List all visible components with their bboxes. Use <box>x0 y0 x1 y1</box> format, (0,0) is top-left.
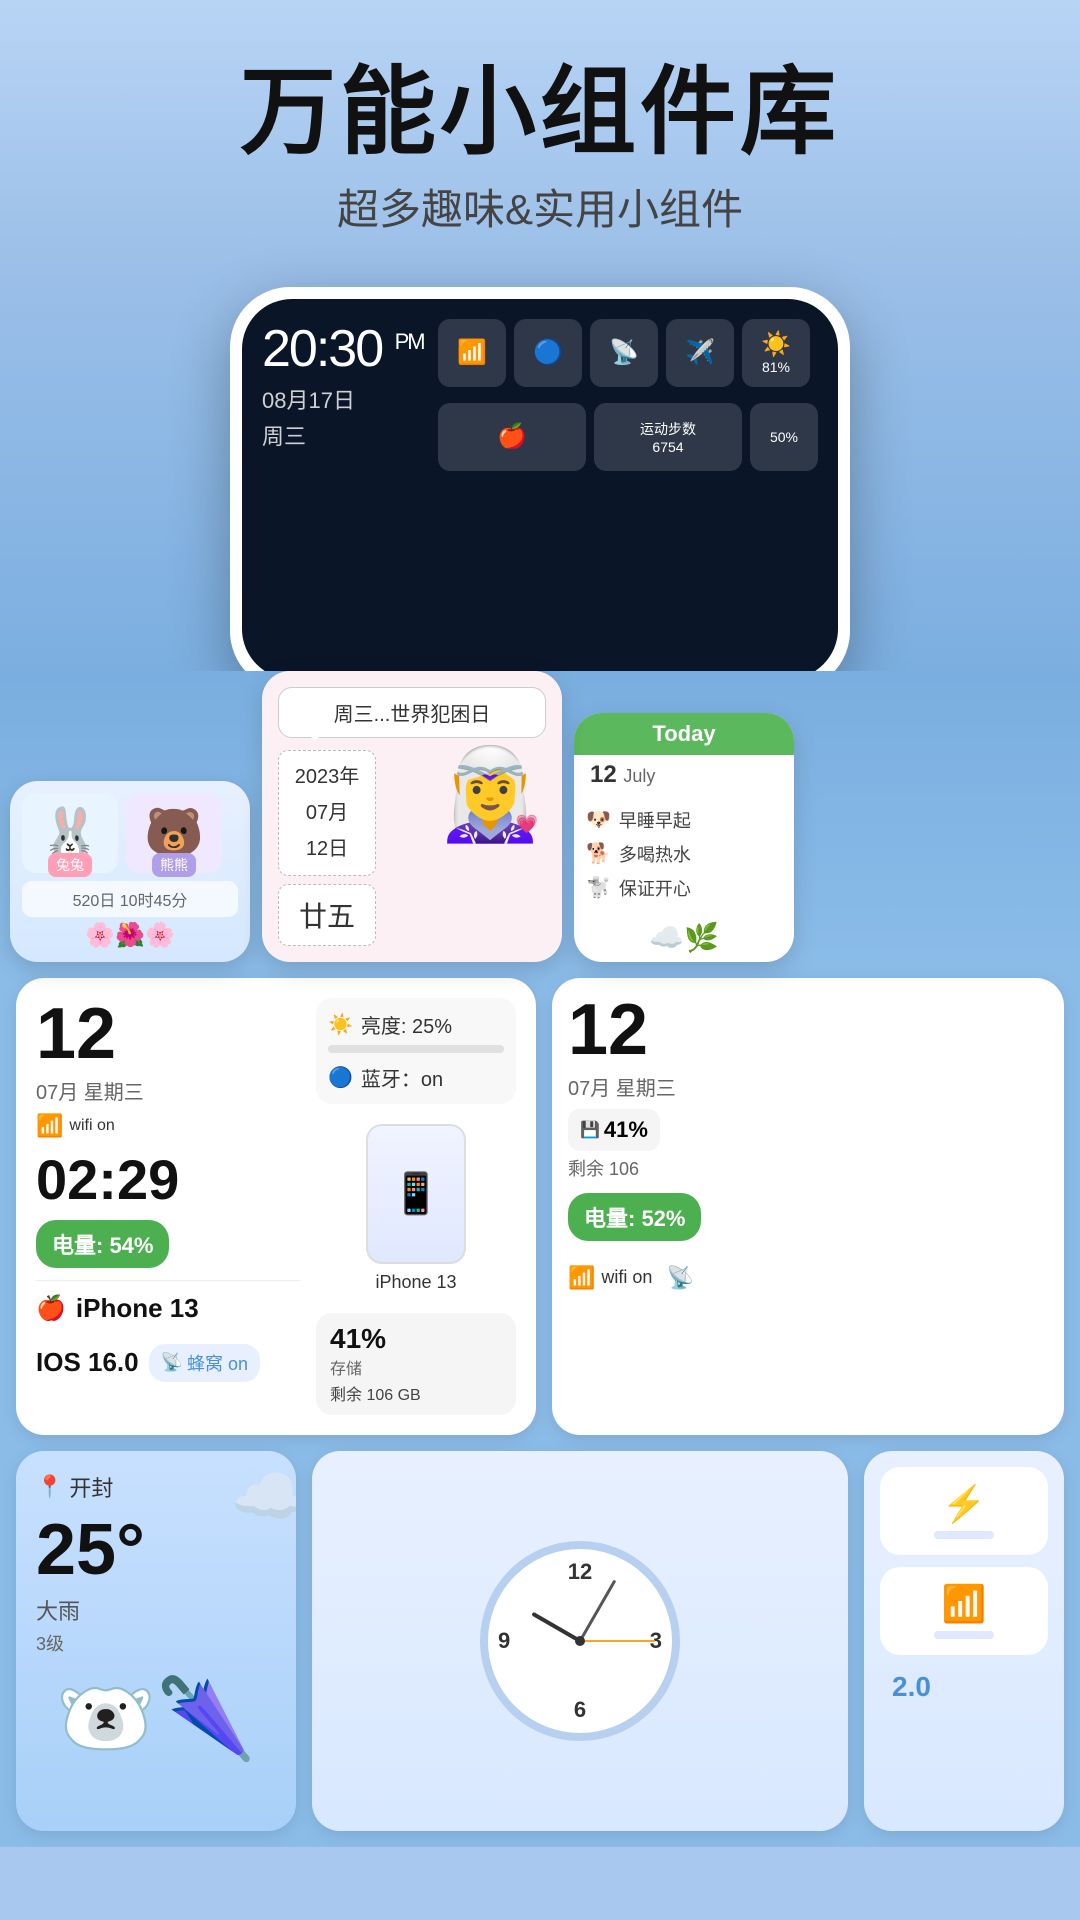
today-header: Today <box>574 713 794 755</box>
phone-mockup: 20:30 PM 08月17日 周三 📶 🔵 <box>230 287 850 691</box>
ios-version: IOS 16.0 <box>36 1347 139 1378</box>
battery-badge-2: 电量: 52% <box>568 1193 701 1241</box>
storage-percent-2: 41% <box>604 1117 648 1143</box>
rabbit-avatar: 🐰 兔兔 <box>22 793 118 873</box>
wifi-icon-info: 📶 <box>36 1113 63 1139</box>
bottom-section: 📍 开封 ☁️ 25° 大雨 3级 🐻‍❄️🌂 12 3 6 9 ⚡ � <box>0 1435 1080 1847</box>
app-subtitle: 超多趣味&实用小组件 <box>40 176 1040 237</box>
widget-info-big: 12 07月 星期三 📶 wifi on 02:29 电量: 54% 🍎 iPh… <box>16 978 536 1435</box>
brightness-control[interactable]: ☀️ 81% <box>742 319 810 387</box>
weather-wind: 3级 <box>36 1630 276 1656</box>
apple-music-control[interactable]: 🍎 <box>438 403 586 471</box>
info-day-label: 07月 星期三 <box>36 1076 300 1105</box>
clock-face: 12 3 6 9 <box>480 1541 680 1741</box>
phone-image-widget: 📱 iPhone 13 <box>316 1112 516 1305</box>
today-item-1: 🐶 早睡早起 <box>586 803 782 837</box>
info-day-num: 12 <box>36 998 116 1070</box>
app-title: 万能小组件库 <box>40 60 1040 166</box>
weather-location: 📍 开封 ☁️ <box>36 1471 276 1503</box>
info-section: 12 07月 星期三 📶 wifi on 02:29 电量: 54% 🍎 iPh… <box>0 962 1080 1435</box>
steps-control[interactable]: 运动步数 6754 <box>594 403 742 471</box>
today-date: 12 July <box>574 755 794 795</box>
clock-hour-hand <box>531 1611 581 1642</box>
storage-badge: 41% 存储 剩余 106 GB <box>316 1313 516 1415</box>
widget-clock: 12 3 6 9 <box>312 1451 848 1831</box>
bluetooth-item: 🔵 蓝牙：on <box>328 1063 504 1092</box>
today-footer: ☁️🌿 <box>574 913 794 962</box>
brightness-item: ☀️ 亮度: 25% <box>328 1010 504 1039</box>
widget-info-right: 12 07月 星期三 💾 41% 剩余 106 电量: 52% 📶 wifi o… <box>552 978 1064 1435</box>
bluetooth-toggle[interactable]: ⚡ <box>880 1467 1048 1555</box>
cellular-control[interactable]: 📡 <box>590 319 658 387</box>
info-day-num-2: 12 <box>568 994 648 1066</box>
toggle-value: 2.0 <box>880 1667 1048 1707</box>
widget-anime: 周三...世界犯困日 2023年 07月 12日 廿五 🧝‍♀️ 💗 <box>262 671 562 962</box>
weather-art: 🐻‍❄️🌂 <box>36 1672 276 1766</box>
weather-clouds-art: ☁️ <box>231 1461 296 1532</box>
clock-6: 6 <box>574 1697 586 1723</box>
wifi-label: wifi on <box>69 1116 114 1135</box>
storage-remain-2: 剩余 106 <box>568 1155 1048 1181</box>
phone-time: 20:30 PM <box>262 319 424 379</box>
phone-display-art: 📱 <box>391 1170 441 1217</box>
wifi-toggle-icon: 📶 <box>942 1583 987 1625</box>
apple-icon: 🍎 <box>36 1294 66 1323</box>
widgets-row-1: 🐰 兔兔 🐻 熊熊 520日 10时45分 🌸🌺🌸 周三...世界犯困日 202… <box>0 671 1080 962</box>
phone-mockup-section: 20:30 PM 08月17日 周三 📶 🔵 <box>0 267 1080 691</box>
bluetooth-control[interactable]: 🔵 <box>514 319 582 387</box>
airplane-control[interactable]: ✈️ <box>666 319 734 387</box>
phone-model: iPhone 13 <box>76 1293 199 1324</box>
rabbit-tag: 兔兔 <box>48 853 92 877</box>
anime-lunar: 廿五 <box>278 884 376 946</box>
battery-badge: 电量: 54% <box>36 1220 169 1268</box>
weather-desc: 大雨 <box>36 1594 276 1626</box>
widget-couple: 🐰 兔兔 🐻 熊熊 520日 10时45分 🌸🌺🌸 <box>10 781 250 962</box>
bluetooth-toggle-icon: ⚡ <box>942 1483 987 1525</box>
clock-12: 12 <box>568 1559 592 1585</box>
phone-screen: 20:30 PM 08月17日 周三 📶 🔵 <box>242 299 838 679</box>
widget-toggles: ⚡ 📶 2.0 <box>864 1451 1064 1831</box>
info-day-label-2: 07月 星期三 <box>568 1072 1048 1101</box>
clock-center <box>575 1636 585 1646</box>
widget-today: Today 12 July 🐶 早睡早起 🐕 多喝热水 🐩 保证开心 ☁️🌿 <box>574 713 794 962</box>
phone-controls: 📶 🔵 📡 ✈️ ☀️ 81% <box>438 319 818 471</box>
bear-tag: 熊熊 <box>152 853 196 877</box>
wifi-toggle[interactable]: 📶 <box>880 1567 1048 1655</box>
cellular-icon-2: 📡 <box>666 1265 693 1291</box>
header-section: 万能小组件库 超多趣味&实用小组件 <box>0 0 1080 267</box>
bear-avatar: 🐻 熊熊 <box>126 793 222 873</box>
anime-heart: 💗 <box>516 814 538 835</box>
today-items: 🐶 早睡早起 🐕 多喝热水 🐩 保证开心 <box>574 795 794 913</box>
cellular-badge: 📡 蜂窝 on <box>149 1344 260 1382</box>
today-item-3: 🐩 保证开心 <box>586 871 782 905</box>
wifi-label-2: wifi on <box>601 1267 652 1288</box>
anime-date-display: 2023年 07月 12日 <box>278 750 376 876</box>
widget-weather: 📍 开封 ☁️ 25° 大雨 3级 🐻‍❄️🌂 <box>16 1451 296 1831</box>
wifi-control[interactable]: 📶 <box>438 319 506 387</box>
storage-icon-2: 💾 <box>580 1120 600 1140</box>
clock-9: 9 <box>498 1628 510 1654</box>
phone-date: 08月17日 <box>262 383 424 415</box>
clock-minute-hand <box>579 1579 617 1641</box>
volume-control[interactable]: 50% <box>750 403 818 471</box>
phone-day: 周三 <box>262 419 424 451</box>
anime-speech-bubble: 周三...世界犯困日 <box>278 687 546 738</box>
couple-flowers: 🌸🌺🌸 <box>22 921 238 950</box>
couple-timer: 520日 10时45分 <box>22 881 238 917</box>
today-item-2: 🐕 多喝热水 <box>586 837 782 871</box>
info-time: 02:29 <box>36 1147 300 1212</box>
phone-img-label: iPhone 13 <box>375 1272 456 1293</box>
wifi-icon-2: 📶 <box>568 1265 595 1291</box>
clock-second-hand <box>580 1640 655 1642</box>
